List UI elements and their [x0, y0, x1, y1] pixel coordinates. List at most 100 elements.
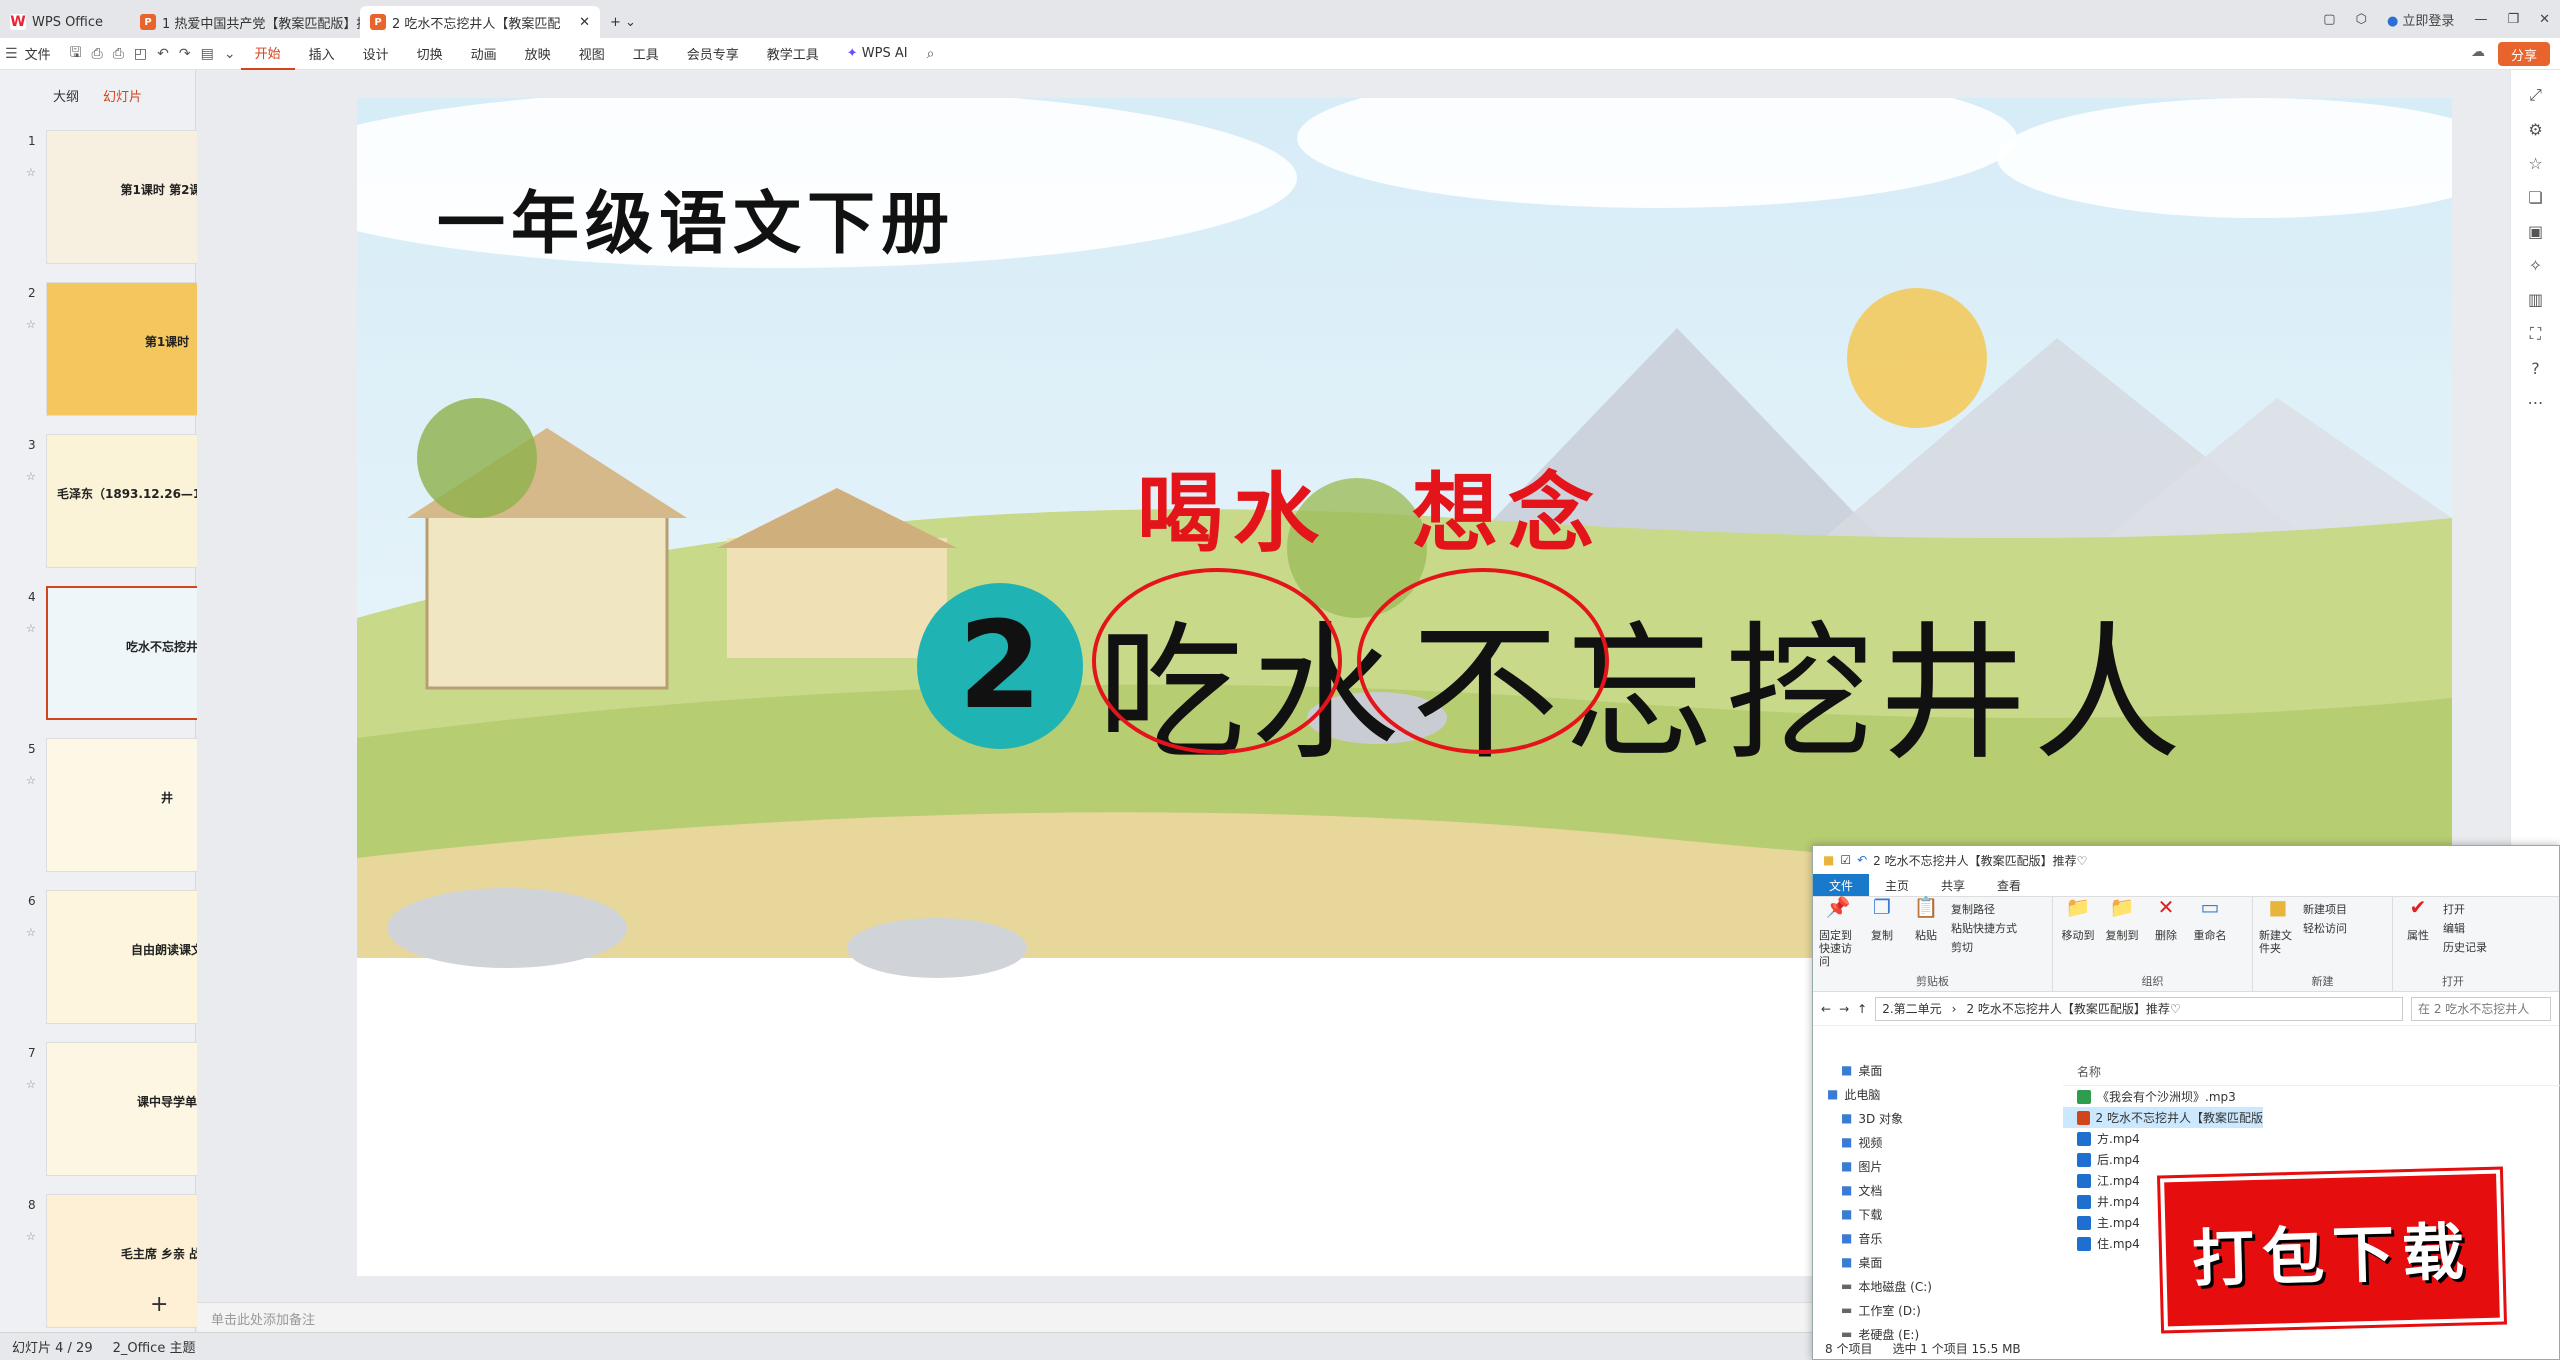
nav-item[interactable]: ▬ 工作室 (D:) — [1813, 1298, 2053, 1322]
layers-icon[interactable]: ❏ — [2511, 188, 2560, 207]
star-icon[interactable]: ☆ — [26, 470, 36, 483]
move-icon: 📁 — [2065, 895, 2091, 919]
search-icon[interactable]: ⌕ — [922, 46, 940, 62]
cube-icon[interactable]: ⬡ — [2346, 12, 2377, 27]
tab-wps-home[interactable]: W WPS Office — [0, 6, 130, 38]
expand-icon[interactable]: ⤢ — [2511, 85, 2560, 105]
close-icon[interactable]: ✕ — [579, 15, 590, 30]
star-icon[interactable]: ☆ — [26, 166, 36, 179]
download-banner[interactable]: 打包下载 — [2160, 1169, 2504, 1331]
tab-document-1[interactable]: P 1 热爱中国共产党【教案匹配版】推荐 — [130, 6, 360, 38]
help-icon[interactable]: ? — [2511, 359, 2560, 378]
window-icon[interactable]: ▢ — [2313, 12, 2345, 27]
tab-outline[interactable]: 大纲 — [53, 86, 79, 105]
nav-item[interactable]: ▬ 本地磁盘 (C:) — [1813, 1274, 2053, 1298]
panel-icon[interactable]: ▥ — [2511, 290, 2560, 309]
gift-icon[interactable]: ⛶ — [2511, 324, 2560, 344]
tab-document-2[interactable]: P 2 吃水不忘挖井人【教案匹配 ✕ — [360, 6, 600, 38]
file-menu[interactable]: 文件 — [23, 38, 65, 70]
nav-item[interactable]: ■ 3D 对象 — [1813, 1106, 2053, 1130]
image-icon[interactable]: ▣ — [2511, 222, 2560, 241]
explorer-title-bar: ■ ☑ ↶ 2 吃水不忘挖井人【教案匹配版】推荐♡ — [1813, 846, 2559, 874]
path-segment-1[interactable]: 2.第二单元 — [1882, 1000, 1941, 1017]
nav-item[interactable]: ■ 音乐 — [1813, 1226, 2053, 1250]
file-item[interactable]: 《我会有个沙洲坝》.mp3 — [2063, 1086, 2560, 1107]
file-item[interactable]: 方.mp4 — [2063, 1128, 2560, 1149]
tab-file[interactable]: 文件 — [1813, 874, 1870, 896]
wps-ai-button[interactable]: ✦ WPS AI — [833, 38, 922, 70]
nav-item[interactable]: ■ 视频 — [1813, 1130, 2053, 1154]
tab-animation[interactable]: 动画 — [457, 38, 511, 70]
export-icon[interactable]: ⎙ — [87, 46, 108, 62]
copy-path-button[interactable]: 复制路径 — [1951, 901, 2017, 917]
print-icon[interactable]: ⎙ — [108, 46, 129, 62]
tab-share[interactable]: 共享 — [1925, 874, 1981, 896]
star-icon[interactable]: ☆ — [26, 926, 36, 939]
nav-item[interactable]: ■ 桌面 — [1813, 1250, 2053, 1274]
tab-view[interactable]: 视图 — [565, 38, 619, 70]
check-icon[interactable]: ☑ — [1840, 853, 1851, 867]
cut-button[interactable]: 剪切 — [1951, 939, 2017, 955]
tab-transition[interactable]: 切换 — [403, 38, 457, 70]
star-icon[interactable]: ☆ — [26, 774, 36, 787]
new-item-button[interactable]: 新建项目 — [2303, 901, 2347, 917]
tab-tools[interactable]: 工具 — [619, 38, 673, 70]
star-icon[interactable]: ☆ — [26, 622, 36, 635]
tab-slideshow[interactable]: 放映 — [511, 38, 565, 70]
magic-icon[interactable]: ✧ — [2511, 256, 2560, 275]
nav-item[interactable]: ■ 此电脑 — [1813, 1082, 2053, 1106]
tab-teaching[interactable]: 教学工具 — [753, 38, 833, 70]
login-button[interactable]: ● 立即登录 — [2377, 10, 2465, 29]
more-icon[interactable]: ⋯ — [2511, 393, 2560, 412]
tab-home[interactable]: 开始 — [240, 38, 295, 70]
nav-item[interactable]: ■ 图片 — [1813, 1154, 2053, 1178]
format-icon[interactable]: ▤ — [196, 46, 219, 62]
redo-icon[interactable]: ↷ — [174, 46, 196, 62]
tab-insert[interactable]: 插入 — [295, 38, 349, 70]
back-icon[interactable]: ← — [1821, 1002, 1831, 1016]
close-window-button[interactable]: ✕ — [2529, 12, 2560, 27]
paste-shortcut-button[interactable]: 粘贴快捷方式 — [1951, 920, 2017, 936]
undo-icon[interactable]: ↶ — [1857, 853, 1867, 867]
star-icon[interactable]: ☆ — [2511, 154, 2560, 173]
restore-button[interactable]: ❐ — [2497, 12, 2529, 27]
nav-item[interactable]: ■ 桌面 — [1813, 1058, 2053, 1082]
share-button[interactable]: 分享 — [2498, 42, 2550, 66]
minimize-button[interactable]: — — [2464, 12, 2497, 27]
new-tab-button[interactable]: + ⌄ — [600, 6, 646, 38]
main-toolbar: ☰ 文件 🖫 ⎙ ⎙ ◰ ↶ ↷ ▤ ⌄ 开始 插入 设计 切换 动画 放映 视… — [0, 38, 2560, 70]
undo-icon[interactable]: ↶ — [152, 46, 174, 62]
star-icon[interactable]: ☆ — [26, 1230, 36, 1243]
up-icon[interactable]: ↑ — [1857, 1002, 1867, 1016]
forward-icon[interactable]: → — [1839, 1002, 1849, 1016]
open-button[interactable]: 打开 — [2443, 901, 2487, 917]
nav-item[interactable]: ■ 下载 — [1813, 1202, 2053, 1226]
nav-item[interactable]: ■ 文档 — [1813, 1178, 2053, 1202]
tab-design[interactable]: 设计 — [349, 38, 403, 70]
cloud-icon[interactable]: ☁ — [2471, 44, 2485, 60]
preview-icon[interactable]: ◰ — [129, 46, 152, 62]
star-icon[interactable]: ☆ — [26, 318, 36, 331]
tab-slides[interactable]: 幻灯片 — [103, 86, 142, 105]
easy-access-button[interactable]: 轻松访问 — [2303, 920, 2347, 936]
path-box[interactable]: 2.第二单元 › 2 吃水不忘挖井人【教案匹配版】推荐♡ — [1875, 996, 2403, 1021]
file-item[interactable]: 2 吃水不忘挖井人【教案匹配版 — [2063, 1107, 2263, 1128]
adjust-icon[interactable]: ⚙ — [2511, 120, 2560, 139]
tab-member[interactable]: 会员专享 — [673, 38, 753, 70]
add-slide-button[interactable]: + — [150, 1292, 168, 1317]
theme-name[interactable]: 2_Office 主题 — [113, 1337, 196, 1356]
path-segment-2[interactable]: 2 吃水不忘挖井人【教案匹配版】推荐♡ — [1966, 1000, 2180, 1017]
save-icon[interactable]: 🖫 — [65, 42, 87, 66]
folder-icon: ■ — [1841, 1183, 1853, 1197]
chevron-down-icon[interactable]: ⌄ — [219, 46, 241, 62]
folder-icon: ▬ — [1841, 1303, 1853, 1317]
star-icon[interactable]: ☆ — [26, 1078, 36, 1091]
column-name[interactable]: 名称 — [2063, 1058, 2560, 1086]
search-input[interactable]: 在 2 吃水不忘挖井人 — [2411, 996, 2551, 1021]
tab-view[interactable]: 查看 — [1981, 874, 2037, 896]
menu-icon[interactable]: ☰ — [0, 46, 23, 62]
history-button[interactable]: 历史记录 — [2443, 939, 2487, 955]
tab-home[interactable]: 主页 — [1869, 874, 1925, 896]
file-item[interactable]: 后.mp4 — [2063, 1149, 2560, 1170]
edit-button[interactable]: 编辑 — [2443, 920, 2487, 936]
